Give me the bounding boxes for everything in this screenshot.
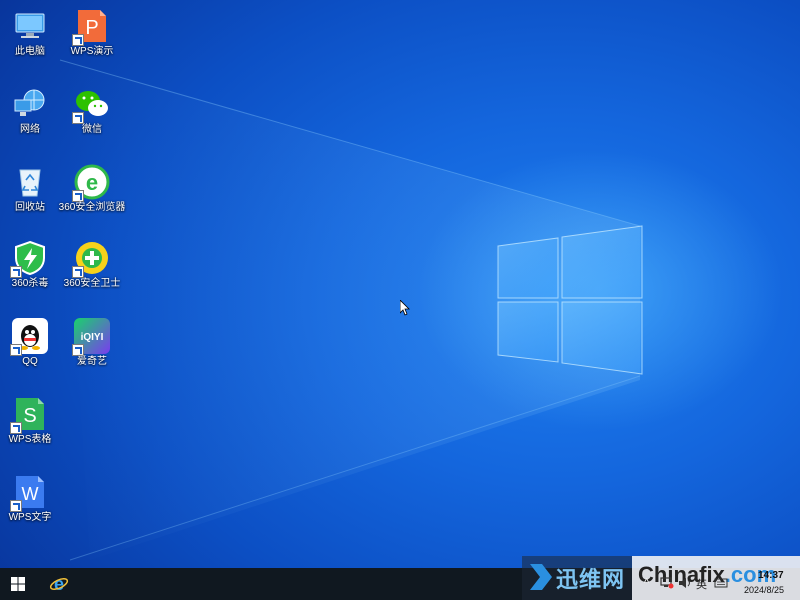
desktop-icon-this-pc[interactable]: 此电脑 xyxy=(0,4,60,80)
shortcut-arrow-icon xyxy=(10,344,22,356)
desktop-icon-label: WPS文字 xyxy=(8,512,52,523)
desktop-icon-label: 360杀毒 xyxy=(11,278,49,289)
desktop-icon-label: 网络 xyxy=(20,124,40,135)
desktop-icon-label: 爱奇艺 xyxy=(77,356,107,367)
desktop-icon-label: WPS表格 xyxy=(8,434,52,445)
desktop-icon-wechat[interactable]: 微信 xyxy=(62,82,122,158)
internet-explorer-icon: e xyxy=(49,574,69,594)
taskbar-internet-explorer[interactable]: e xyxy=(40,568,78,600)
shortcut-arrow-icon xyxy=(72,190,84,202)
desktop-icon-label: 360安全卫士 xyxy=(63,278,121,289)
watermark-logo-icon xyxy=(530,564,552,590)
wps-p-letter: P xyxy=(85,17,98,39)
mouse-cursor-icon xyxy=(400,300,410,316)
desktop-icon-network[interactable]: 网络 xyxy=(0,82,60,158)
svg-text:e: e xyxy=(86,170,98,195)
network-status-icon[interactable] xyxy=(660,577,674,589)
shortcut-arrow-icon xyxy=(72,344,84,356)
ime-indicator[interactable]: 英 xyxy=(696,576,707,592)
desktop-icon-wps-spreadsheet[interactable]: S WPS表格 xyxy=(0,392,60,468)
start-button[interactable] xyxy=(0,568,36,600)
desktop-icon-wps-presentation[interactable]: P WPS演示 xyxy=(62,4,122,80)
desktop-icon-label: WPS演示 xyxy=(70,46,114,57)
watermark-cn-text: 迅维网 xyxy=(556,567,626,592)
desktop-icon-wps-writer[interactable]: W WPS文字 xyxy=(0,470,60,546)
watermark-cn-panel: 迅维网 xyxy=(522,556,632,600)
shortcut-arrow-icon xyxy=(72,266,84,278)
iqiyi-logo-text: iQIYI xyxy=(81,332,104,343)
svg-text:e: e xyxy=(54,574,64,594)
clock-date[interactable]: 2024/8/25 xyxy=(744,585,784,595)
desktop-icon-label: 此电脑 xyxy=(15,46,45,57)
desktop-icon-label: 微信 xyxy=(82,124,102,135)
desktop-icon-360-security-guard[interactable]: 360安全卫士 xyxy=(62,236,122,312)
shortcut-arrow-icon xyxy=(72,34,84,46)
computer-icon xyxy=(15,13,45,38)
shortcut-arrow-icon xyxy=(72,112,84,124)
wps-w-letter: W xyxy=(22,484,39,504)
system-tray: ^ 英 14:37 2024/8/25 xyxy=(640,568,800,600)
clock-time[interactable]: 14:37 xyxy=(758,570,784,581)
desktop[interactable]: 此电脑 网络 回收站 360杀毒 QQ S WPS表格 W WPS文字 P WP… xyxy=(0,0,800,568)
volume-icon[interactable] xyxy=(678,577,692,589)
wps-s-letter: S xyxy=(23,405,36,427)
keyboard-icon[interactable] xyxy=(714,577,728,589)
shortcut-arrow-icon xyxy=(10,422,22,434)
desktop-icon-label: QQ xyxy=(22,356,38,367)
windows-start-icon xyxy=(11,577,25,591)
desktop-icon-360-antivirus[interactable]: 360杀毒 xyxy=(0,236,60,312)
network-icon xyxy=(14,89,45,116)
windows-logo xyxy=(497,225,643,375)
desktop-icon-360-browser[interactable]: e 360安全浏览器 xyxy=(59,160,125,236)
recycle-bin-icon xyxy=(19,169,41,197)
desktop-icon-recycle-bin[interactable]: 回收站 xyxy=(0,160,60,236)
desktop-icon-label: 360安全浏览器 xyxy=(58,202,126,213)
tray-chevron-button[interactable]: ^ xyxy=(644,577,649,589)
desktop-icon-label: 回收站 xyxy=(15,202,45,213)
shortcut-arrow-icon xyxy=(10,500,22,512)
shortcut-arrow-icon xyxy=(10,266,22,278)
desktop-icon-iqiyi[interactable]: iQIYI 爱奇艺 xyxy=(62,314,122,390)
desktop-icon-qq[interactable]: QQ xyxy=(0,314,60,390)
